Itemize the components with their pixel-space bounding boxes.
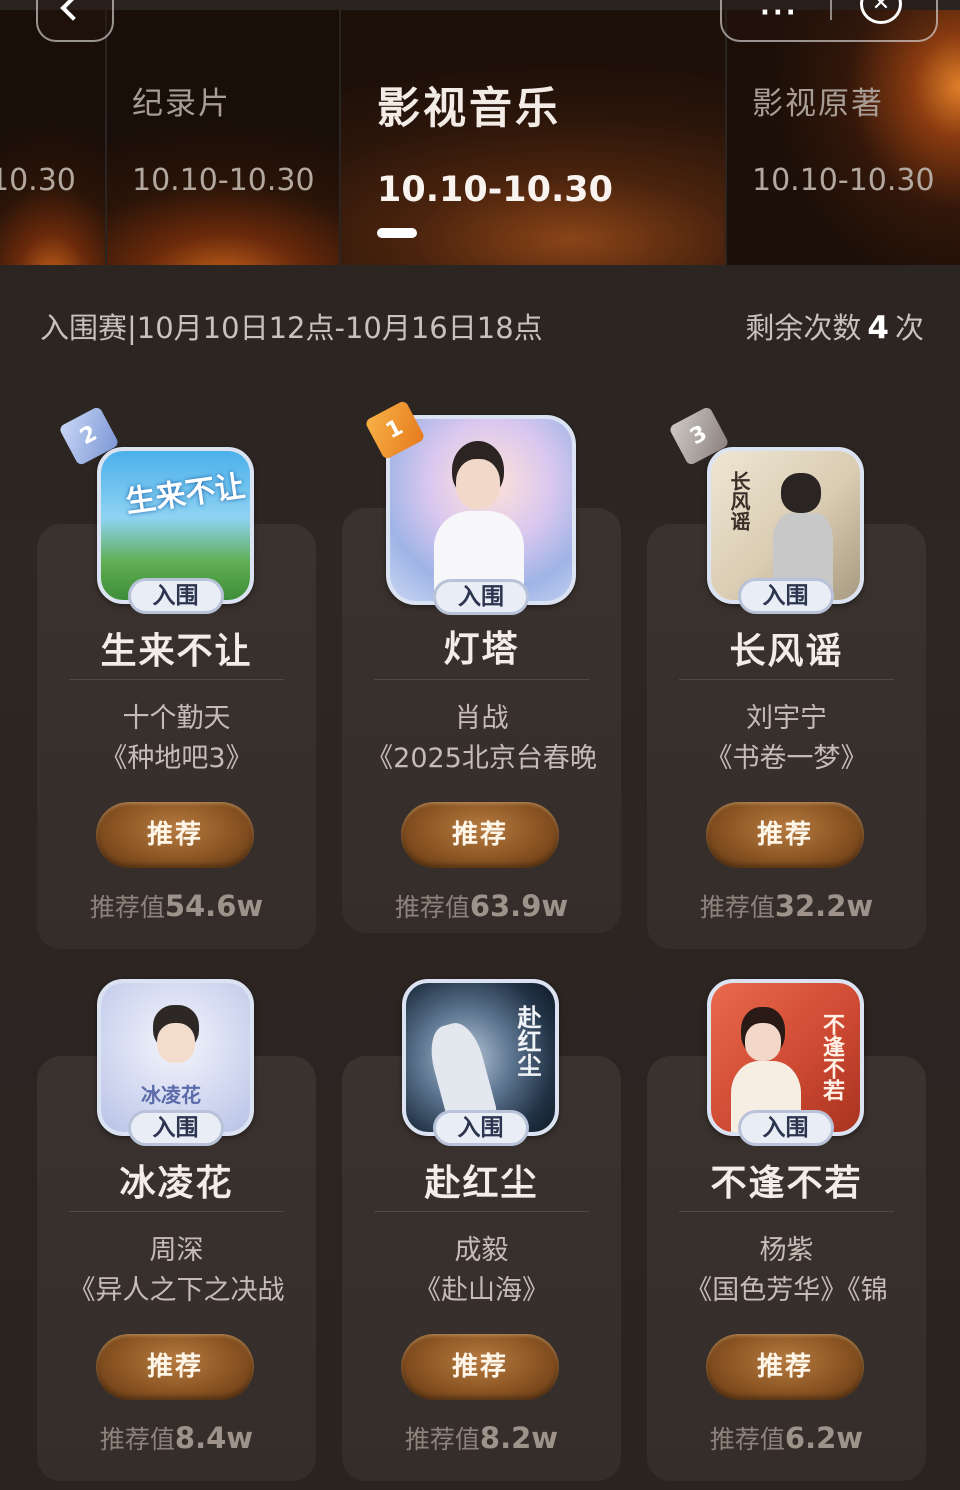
card-divider (679, 679, 894, 680)
recommend-value: 推荐值54.6w (37, 888, 316, 924)
artist-name: 十个勤天 (122, 703, 231, 734)
qualified-badge: 入围 (433, 579, 529, 615)
cover-title: 赴红尘 (513, 1005, 541, 1077)
mini-program-capsule: ··· ✕ (720, 0, 938, 42)
chevron-left-icon (60, 0, 86, 21)
tab-previous-category[interactable]: 10.30 (0, 10, 105, 265)
tab-date: 10.10-10.30 (752, 163, 935, 198)
tab-background (727, 10, 960, 265)
qualified-badge: 入围 (737, 1110, 834, 1146)
remaining-count: 4 (867, 310, 889, 346)
artist-name: 成毅 (454, 1235, 509, 1266)
artist-portrait-face (456, 459, 500, 509)
song-title: 灯塔 (443, 629, 520, 670)
category-tab-strip: 10.30 纪录片 10.10-10.30 影视音乐 10.10-10.30 影… (0, 0, 960, 265)
qualified-badge: 入围 (127, 578, 224, 614)
card-divider (679, 1211, 894, 1212)
recommend-button[interactable]: 推荐 (401, 1334, 559, 1400)
cover-image (390, 419, 572, 601)
tab-film-tv-music[interactable]: 影视音乐 10.10-10.30 (341, 10, 725, 265)
tab-background (341, 10, 725, 265)
card-divider (374, 679, 589, 680)
artist-portrait-hair (781, 473, 821, 513)
tab-background (0, 10, 105, 265)
recommend-button[interactable]: 推荐 (706, 802, 864, 868)
cover-title: 长风谣 (727, 471, 751, 531)
more-icon[interactable]: ··· (760, 0, 799, 28)
album-cover[interactable]: 长风谣 入围 (707, 447, 864, 614)
show-name: 《赴山海》 (414, 1275, 549, 1306)
recommend-value-label: 推荐值 (404, 1425, 480, 1454)
tab-name: 影视原著 (752, 86, 884, 122)
close-icon[interactable]: ✕ (860, 0, 902, 24)
tab-date: 10.10-10.30 (377, 170, 613, 210)
recommend-value-label: 推荐值 (89, 893, 165, 922)
recommend-button[interactable]: 推荐 (401, 802, 559, 868)
song-title: 生来不让 (100, 631, 253, 672)
tab-date: 10.30 (0, 163, 76, 198)
tab-name: 纪录片 (132, 86, 231, 122)
album-cover[interactable]: 不逢不若 入围 (707, 979, 864, 1146)
recommend-value-number: 8.2w (479, 1421, 559, 1455)
show-name: 《书卷一梦》 (705, 743, 868, 774)
app-root: 10.30 纪录片 10.10-10.30 影视音乐 10.10-10.30 影… (0, 0, 960, 1490)
card-divider (69, 1211, 284, 1212)
artist-name: 肖战 (454, 703, 509, 734)
recommend-value: 推荐值8.2w (342, 1420, 621, 1456)
active-tab-indicator (377, 228, 417, 238)
qualified-badge: 入围 (737, 578, 834, 614)
recommend-value-number: 32.2w (774, 889, 874, 923)
show-name: 《异人之下之决战 (68, 1275, 285, 1306)
recommend-value-label: 推荐值 (99, 1425, 175, 1454)
artist-name: 周深 (149, 1235, 204, 1266)
card-divider (69, 679, 284, 680)
capsule-divider (830, 0, 832, 20)
card-divider (374, 1211, 589, 1212)
stage-schedule: 入围赛|10月10日12点-10月16日18点 (40, 311, 543, 345)
qualified-badge: 入围 (127, 1110, 224, 1146)
recommend-value: 推荐值8.4w (37, 1420, 316, 1456)
artist-portrait-face (157, 1023, 195, 1063)
album-cover[interactable]: 赴红尘 入围 (402, 979, 559, 1146)
recommend-button[interactable]: 推荐 (706, 1334, 864, 1400)
album-cover[interactable]: 冰凌花 入围 (97, 979, 254, 1146)
recommend-value-label: 推荐值 (699, 893, 775, 922)
show-name: 《种地吧3》 (100, 743, 253, 774)
recommend-value-label: 推荐值 (709, 1425, 785, 1454)
tab-date: 10.10-10.30 (132, 163, 315, 198)
recommend-value-number: 54.6w (164, 889, 264, 923)
qualified-badge: 入围 (432, 1110, 529, 1146)
album-cover[interactable]: 生来不让 入围 (97, 447, 254, 614)
cover-title: 生来不让 (123, 468, 248, 521)
recommend-value-number: 8.4w (174, 1421, 254, 1455)
remaining-prefix: 剩余次数 (745, 311, 862, 345)
recommend-button[interactable]: 推荐 (96, 1334, 254, 1400)
tab-original-works[interactable]: 影视原著 10.10-10.30 (727, 10, 960, 265)
song-title: 赴红尘 (424, 1163, 539, 1204)
show-name: 《2025北京台春晚 (366, 743, 597, 774)
cover-title: 冰凌花 (141, 1083, 201, 1107)
tab-name: 影视音乐 (377, 84, 561, 134)
artist-name: 刘宇宁 (746, 703, 827, 734)
recommend-value: 推荐值63.9w (342, 888, 621, 924)
recommend-value-number: 63.9w (469, 889, 569, 923)
recommend-button[interactable]: 推荐 (96, 802, 254, 868)
song-title: 冰凌花 (119, 1163, 234, 1204)
song-title: 不逢不若 (710, 1163, 863, 1204)
show-name: 《国色芳华》《锦 (685, 1275, 888, 1306)
artist-portrait-face (745, 1023, 781, 1061)
cover-title: 不逢不若 (819, 1013, 844, 1101)
tab-documentary[interactable]: 纪录片 10.10-10.30 (107, 10, 339, 265)
artist-name: 杨紫 (759, 1235, 814, 1266)
recommend-value: 推荐值6.2w (647, 1420, 926, 1456)
song-title: 长风谣 (729, 631, 844, 672)
recommend-value-number: 6.2w (784, 1421, 864, 1455)
remaining-suffix: 次 (894, 311, 924, 345)
tab-background (107, 10, 339, 265)
back-button[interactable] (36, 0, 114, 42)
recommend-value: 推荐值32.2w (647, 888, 926, 924)
recommend-value-label: 推荐值 (394, 893, 470, 922)
remaining-votes: 剩余次数 4 次 (745, 305, 924, 347)
